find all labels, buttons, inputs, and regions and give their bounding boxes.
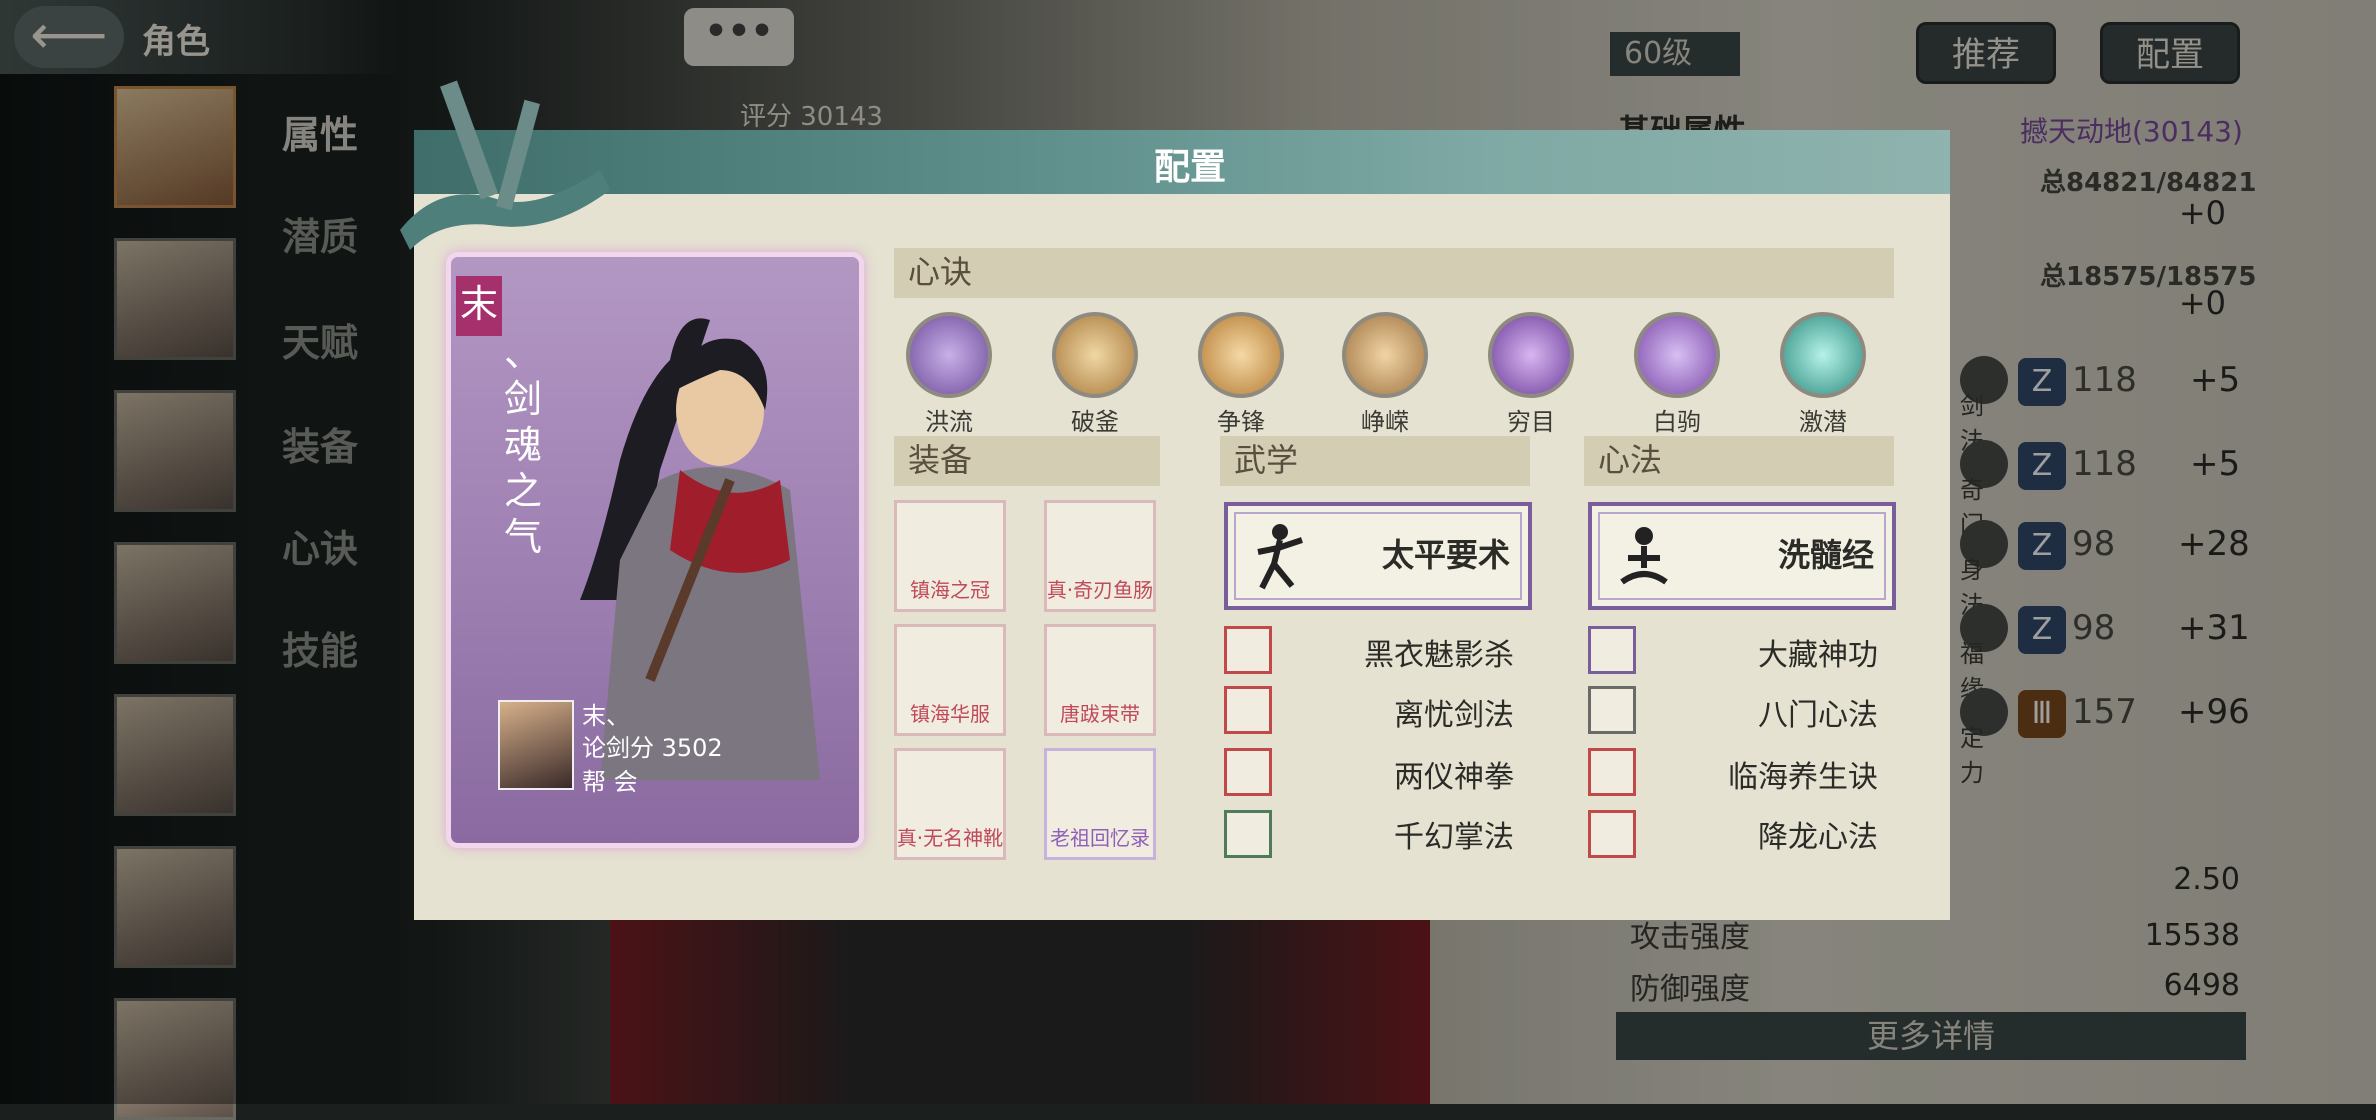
skill-icon[interactable] bbox=[1224, 810, 1272, 858]
meditation-figure-icon bbox=[1620, 527, 1668, 585]
equipment-label: 唐跋束带 bbox=[1060, 702, 1140, 726]
fist-icon[interactable] bbox=[1198, 312, 1284, 398]
xinjue-label: 穷目 bbox=[1507, 408, 1555, 436]
character-name-badge: 末 bbox=[456, 276, 502, 336]
equipment-label: 镇海华服 bbox=[910, 702, 990, 726]
xinjue-label: 激潜 bbox=[1799, 408, 1847, 436]
xinjue-label: 白驹 bbox=[1653, 408, 1701, 436]
equipment-label: 镇海之冠 bbox=[910, 578, 990, 602]
martial-figure-icon bbox=[1257, 524, 1303, 590]
xinjue-label: 峥嵘 bbox=[1361, 408, 1409, 436]
xinfa-label: 临海养生诀 bbox=[1728, 760, 1878, 795]
sword-ornament-icon bbox=[400, 80, 610, 250]
skill-icon[interactable] bbox=[1224, 626, 1272, 674]
eye-icon[interactable] bbox=[1488, 312, 1574, 398]
xinfa-label: 大藏神功 bbox=[1758, 638, 1878, 673]
wuxue-label: 离忧剑法 bbox=[1394, 698, 1514, 733]
horse-icon[interactable] bbox=[1634, 312, 1720, 398]
character-title: 、剑魂之气 bbox=[504, 331, 543, 559]
guild-label: 帮 会 bbox=[582, 768, 638, 796]
wuxue-primary-slot[interactable]: 太平要术 bbox=[1224, 502, 1532, 610]
equipment-label: 真·无名神靴 bbox=[896, 826, 1004, 850]
sword-score: 论剑分 3502 bbox=[582, 734, 723, 762]
wuxue-label: 千幻掌法 bbox=[1394, 820, 1514, 855]
equipment-label: 老祖回忆录 bbox=[1050, 826, 1150, 850]
xinjue-header: 心诀 bbox=[894, 248, 1894, 298]
skill-icon[interactable] bbox=[1588, 626, 1636, 674]
skill-icon[interactable] bbox=[1588, 748, 1636, 796]
wuxue-header: 武学 bbox=[1220, 436, 1530, 486]
vortex-icon[interactable] bbox=[1780, 312, 1866, 398]
wuxue-primary-label: 太平要术 bbox=[1381, 536, 1510, 574]
player-avatar bbox=[498, 700, 574, 790]
skill-icon[interactable] bbox=[1588, 686, 1636, 734]
modal-title: 配置 bbox=[1153, 147, 1226, 188]
xinjue-label: 争锋 bbox=[1217, 408, 1265, 436]
xinjue-label: 洪流 bbox=[925, 408, 973, 436]
skill-icon[interactable] bbox=[1224, 686, 1272, 734]
player-name: 末、 bbox=[582, 702, 630, 730]
skill-icon[interactable] bbox=[1224, 748, 1272, 796]
xinfa-primary-label: 洗髓经 bbox=[1777, 536, 1874, 574]
xinfa-header: 心法 bbox=[1584, 436, 1894, 486]
swirl-icon[interactable] bbox=[906, 312, 992, 398]
skill-icon[interactable] bbox=[1588, 810, 1636, 858]
xinfa-label: 八门心法 bbox=[1758, 698, 1878, 733]
xinfa-primary-slot[interactable]: 洗髓经 bbox=[1588, 502, 1896, 610]
shield-icon[interactable] bbox=[1052, 312, 1138, 398]
cloud-icon[interactable] bbox=[1342, 312, 1428, 398]
xinjue-label: 破釜 bbox=[1071, 408, 1119, 436]
wuxue-label: 两仪神拳 bbox=[1394, 760, 1514, 795]
xinfa-label: 降龙心法 bbox=[1758, 820, 1878, 855]
equipment-label: 真·奇刃鱼肠 bbox=[1046, 578, 1154, 602]
wuxue-label: 黑衣魅影杀 bbox=[1364, 638, 1514, 673]
equipment-header: 装备 bbox=[894, 436, 1160, 486]
